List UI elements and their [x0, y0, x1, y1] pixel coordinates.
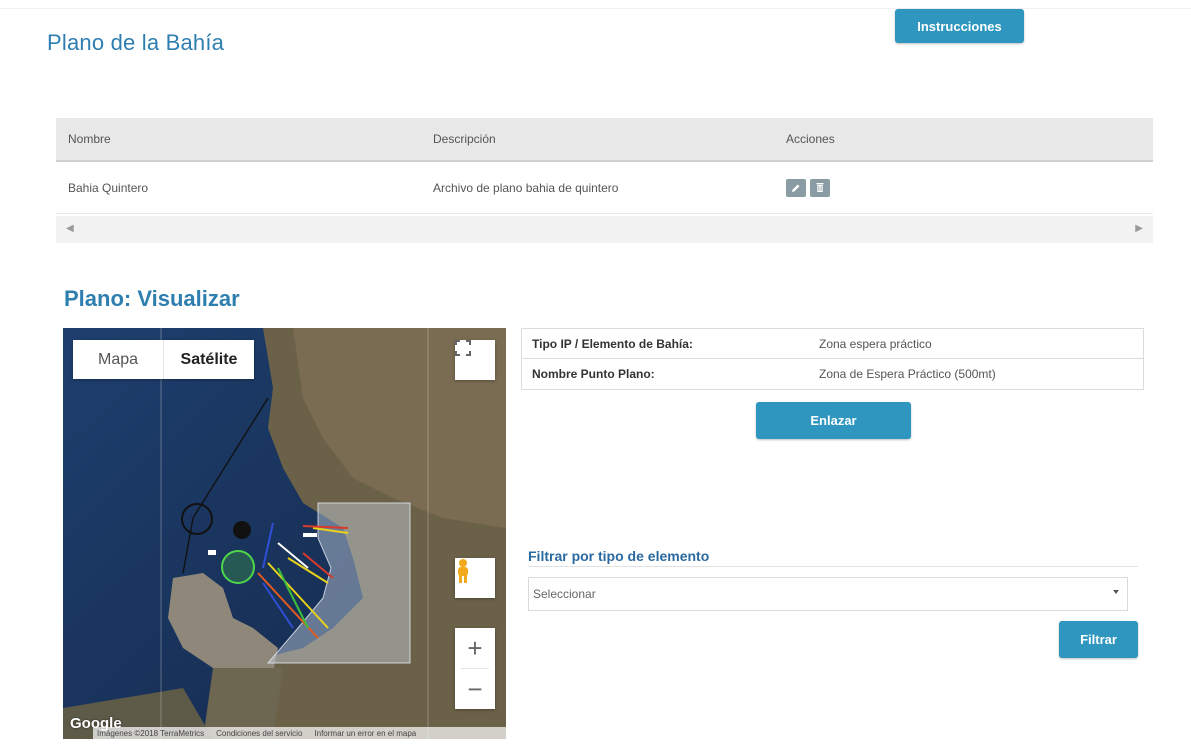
edit-button[interactable] [786, 178, 806, 197]
instrucciones-button[interactable]: Instrucciones [895, 9, 1024, 43]
pegman-icon [458, 559, 468, 583]
street-view-button[interactable] [455, 558, 495, 598]
table-header: Nombre Descripción Acciones [56, 118, 1153, 162]
page-title: Plano de la Bahía [47, 30, 225, 55]
filter-title: Filtrar por tipo de elemento [528, 548, 710, 564]
fullscreen-icon [455, 340, 471, 356]
column-header-acciones: Acciones [786, 132, 835, 146]
column-header-descripcion[interactable]: Descripción [433, 132, 496, 146]
zoom-in-button[interactable]: + [455, 628, 495, 668]
info-label: Nombre Punto Plano: [532, 367, 655, 381]
info-value: Zona espera práctico [819, 336, 932, 351]
chevron-down-icon [1113, 590, 1119, 594]
select-value: Seleccionar [533, 587, 596, 601]
planos-table: Nombre Descripción Acciones Bahia Quinte… [56, 118, 1153, 214]
cell-descripcion: Archivo de plano bahia de quintero [433, 180, 619, 195]
terms-link[interactable]: Condiciones del servicio [216, 729, 302, 738]
element-info-table: Tipo IP / Elemento de Bahía: Zona espera… [521, 328, 1144, 390]
info-row-tipo: Tipo IP / Elemento de Bahía: Zona espera… [522, 329, 1143, 359]
map-type-satelite[interactable]: Satélite [163, 340, 254, 379]
cell-acciones [786, 178, 830, 197]
zoom-control: + − [455, 628, 495, 709]
table-horizontal-scrollbar[interactable]: ◀ ▶ [56, 216, 1153, 243]
delete-button[interactable] [810, 178, 830, 197]
zoom-out-button[interactable]: − [455, 669, 495, 709]
info-label: Tipo IP / Elemento de Bahía: [532, 336, 693, 351]
cell-nombre: Bahia Quintero [68, 180, 149, 195]
imagery-credit: Imágenes ©2018 TerraMetrics [97, 728, 205, 738]
section-title-visualizar: Plano: Visualizar [64, 286, 240, 311]
info-row-nombre: Nombre Punto Plano: Zona de Espera Práct… [522, 359, 1143, 389]
map-imagery [63, 328, 506, 739]
table-row: Bahia Quintero Archivo de plano bahia de… [56, 162, 1153, 214]
satellite-map[interactable]: Mapa Satélite + − Google Imágenes ©2018 … [63, 328, 506, 739]
fullscreen-button[interactable] [455, 340, 495, 380]
element-type-select[interactable]: Seleccionar [528, 577, 1128, 611]
report-error-link[interactable]: Informar un error en el mapa [314, 729, 416, 738]
map-attribution: Imágenes ©2018 TerraMetrics Condiciones … [93, 727, 506, 739]
filtrar-button[interactable]: Filtrar [1059, 621, 1138, 658]
pencil-icon [792, 184, 800, 192]
map-type-control: Mapa Satélite [73, 340, 254, 379]
column-header-nombre[interactable]: Nombre [68, 132, 111, 146]
map-type-mapa[interactable]: Mapa [73, 340, 163, 379]
scroll-left-icon[interactable]: ◀ [66, 223, 74, 234]
enlazar-button[interactable]: Enlazar [756, 402, 911, 439]
scroll-right-icon[interactable]: ▶ [1135, 223, 1143, 234]
trash-icon [816, 183, 824, 192]
info-value: Zona de Espera Práctico (500mt) [819, 367, 996, 381]
filter-divider [528, 566, 1138, 567]
